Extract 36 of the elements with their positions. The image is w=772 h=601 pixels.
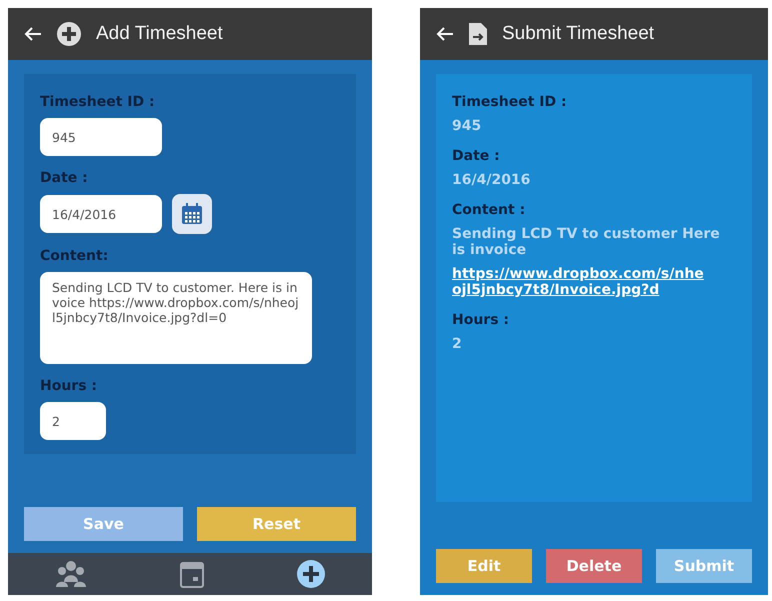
field-value: 2 (452, 336, 463, 352)
field-value: 16/4/2016 (452, 172, 532, 188)
date-field[interactable]: 16/4/2016 (40, 195, 162, 233)
back-arrow-icon[interactable] (24, 26, 42, 42)
field-label: Hours : (40, 378, 98, 394)
nav-tab[interactable] (178, 559, 205, 589)
back-arrow-icon[interactable] (436, 26, 454, 42)
screen-title: Submit Timesheet (502, 23, 654, 45)
invoice-link[interactable]: https://www.dropbox.com/s/nheojl5jnbcy7t8/Invoice.jpg?d (452, 266, 707, 298)
nav-tab[interactable] (54, 560, 88, 588)
people-icon (54, 560, 88, 588)
field-value: 945 (452, 118, 482, 134)
field-label: Content: (40, 248, 110, 264)
calendar-icon (178, 559, 205, 589)
content-field[interactable]: Sending LCD TV to customer. Here is invoice https://www.dropbox.com/s/nheojl5jnbcy7t8/Invoice.jpg?dl=0 (40, 272, 312, 364)
field-label: Timesheet ID : (452, 94, 568, 110)
id-field[interactable]: 945 (40, 118, 162, 156)
field-label: Timesheet ID : (40, 94, 156, 110)
calendar-icon (180, 202, 204, 226)
nav-tab[interactable] (296, 559, 326, 589)
field-label: Hours : (452, 312, 510, 328)
hours-field[interactable]: 2 (40, 402, 106, 440)
document-icon (468, 22, 488, 46)
action-button[interactable]: Save (24, 507, 183, 541)
action-button[interactable]: Reset (197, 507, 356, 541)
add-icon (56, 21, 82, 47)
calendar-button[interactable] (172, 194, 212, 234)
field-label: Date : (40, 170, 89, 186)
field-value: Sending LCD TV to customer Here is invoice (452, 226, 721, 258)
add-icon (296, 559, 326, 589)
field-label: Date : (452, 148, 501, 164)
action-button[interactable]: Delete (546, 549, 642, 583)
action-button[interactable]: Submit (656, 549, 752, 583)
screen-title: Add Timesheet (96, 23, 223, 45)
action-button[interactable]: Edit (436, 549, 532, 583)
field-label: Content : (452, 202, 526, 218)
